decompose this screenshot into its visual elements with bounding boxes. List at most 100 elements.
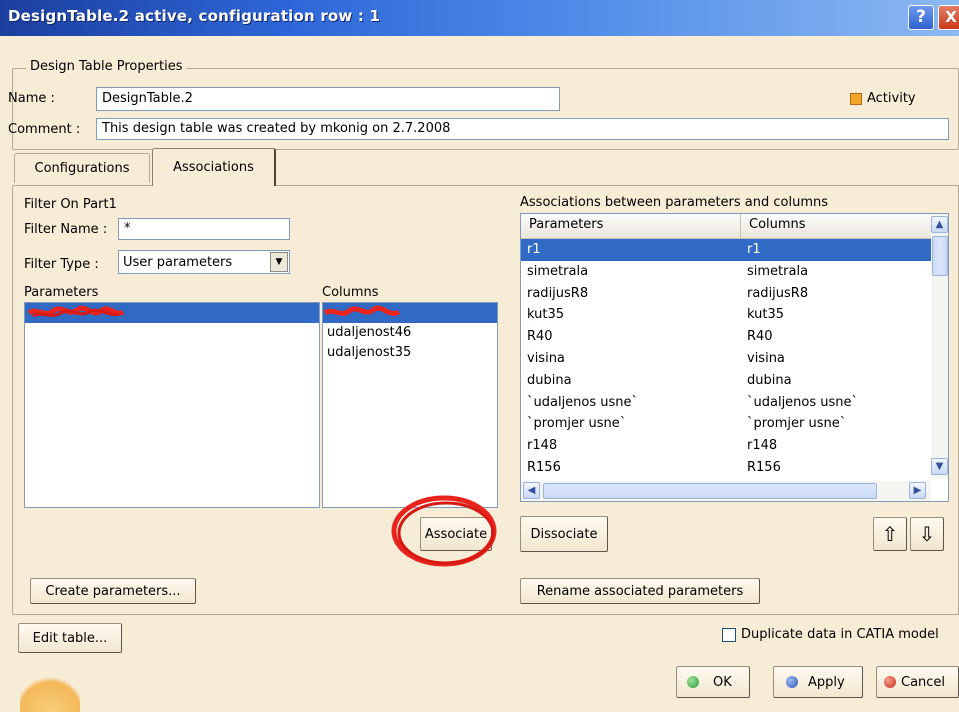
list-item[interactable]: [323, 303, 497, 323]
table-row[interactable]: R156 R156: [521, 457, 931, 479]
redaction-scribble: [27, 305, 125, 318]
parameter-cell: radijusR8: [527, 285, 589, 301]
ok-button[interactable]: OK: [676, 666, 750, 698]
chevron-down-icon[interactable]: ▼: [270, 252, 288, 272]
columns-list[interactable]: udaljenost46 udaljenost35: [322, 302, 498, 508]
parameter-cell: visina: [527, 350, 565, 366]
dissociate-label: Dissociate: [530, 526, 598, 542]
column-cell: `promjer usne`: [747, 416, 847, 432]
parameter-cell: `udaljenos usne`: [527, 394, 639, 410]
edit-table-label: Edit table...: [32, 630, 108, 646]
scroll-down-icon[interactable]: ▼: [931, 458, 948, 475]
scroll-left-icon[interactable]: ◀: [523, 482, 540, 499]
parameter-cell: `promjer usne`: [527, 416, 627, 432]
cancel-icon: [884, 676, 896, 688]
table-row[interactable]: visina visina: [521, 348, 931, 370]
table-row[interactable]: simetrala simetrala: [521, 261, 931, 283]
cancel-label: Cancel: [901, 674, 946, 690]
columns-column-header[interactable]: Columns: [741, 214, 931, 238]
scroll-thumb[interactable]: [543, 483, 877, 499]
scroll-up-icon[interactable]: ▲: [931, 216, 948, 233]
annotation-circle: [391, 495, 497, 567]
close-button[interactable]: X: [938, 5, 959, 30]
move-up-button[interactable]: ⇧: [873, 517, 907, 551]
activity-checkbox[interactable]: Activity: [850, 91, 916, 106]
column-cell: simetrala: [747, 263, 809, 279]
name-field[interactable]: DesignTable.2: [96, 87, 560, 111]
help-button[interactable]: ?: [908, 5, 934, 30]
dissociate-button[interactable]: Dissociate: [520, 516, 608, 552]
associations-table[interactable]: Parameters Columns r1 r1 simetrala simetral…: [520, 213, 949, 502]
table-row[interactable]: r1 r1: [521, 239, 931, 261]
filter-title: Filter On Part1: [24, 197, 117, 212]
parameter-cell: kut35: [527, 307, 565, 323]
list-item[interactable]: udaljenost46: [323, 323, 497, 343]
table-row[interactable]: dubina dubina: [521, 370, 931, 392]
comment-field[interactable]: This design table was created by mkonig …: [96, 118, 949, 140]
column-cell: kut35: [747, 307, 785, 323]
move-down-button[interactable]: ⇩: [910, 517, 944, 551]
name-label: Name :: [8, 91, 55, 106]
apply-label: Apply: [808, 674, 845, 690]
arrow-up-icon: ⇧: [881, 522, 899, 546]
table-row[interactable]: `udaljenos usne` `udaljenos usne`: [521, 392, 931, 414]
associations-title: Associations between parameters and colu…: [520, 195, 829, 210]
column-cell: radijusR8: [747, 285, 809, 301]
filter-name-input[interactable]: *: [118, 218, 290, 240]
filter-name-label: Filter Name :: [24, 222, 108, 237]
column-cell: visina: [747, 350, 785, 366]
parameter-cell: simetrala: [527, 263, 589, 279]
checkbox-icon[interactable]: [722, 627, 736, 642]
properties-group-label: Design Table Properties: [26, 59, 187, 74]
parameter-cell: R40: [527, 329, 553, 345]
parameter-cell: R156: [527, 459, 561, 475]
vertical-scrollbar[interactable]: ▲ ▼: [931, 214, 948, 479]
columns-header: Columns: [322, 285, 379, 300]
filter-type-select[interactable]: User parameters ▼: [118, 250, 290, 274]
duplicate-data-checkbox[interactable]: Duplicate data in CATIA model: [722, 627, 939, 642]
window-title: DesignTable.2 active, configuration row …: [8, 7, 381, 25]
duplicate-data-label: Duplicate data in CATIA model: [741, 627, 939, 642]
tab-configurations[interactable]: Configurations: [14, 153, 150, 183]
ok-icon: [687, 676, 699, 688]
columns-list-items: udaljenost46 udaljenost35: [323, 323, 497, 363]
arrow-down-icon: ⇩: [918, 522, 936, 546]
tab-configurations-label: Configurations: [34, 161, 130, 176]
ok-label: OK: [713, 674, 732, 690]
table-header: Parameters Columns: [521, 214, 948, 239]
create-parameters-button[interactable]: Create parameters...: [30, 578, 196, 604]
column-cell: dubina: [747, 372, 792, 388]
parameters-list[interactable]: [24, 302, 320, 508]
scroll-thumb[interactable]: [932, 236, 948, 276]
table-row[interactable]: radijusR8 radijusR8: [521, 283, 931, 305]
table-row[interactable]: kut35 kut35: [521, 304, 931, 326]
title-bar[interactable]: DesignTable.2 active, configuration row …: [0, 0, 959, 36]
scroll-right-icon[interactable]: ▶: [909, 482, 926, 499]
activity-checkbox-icon: [850, 92, 862, 105]
table-row[interactable]: `promjer usne` `promjer usne`: [521, 413, 931, 435]
apply-button[interactable]: Apply: [773, 666, 863, 698]
tab-associations-label: Associations: [173, 160, 254, 175]
horizontal-scrollbar[interactable]: ◀ ▶: [521, 481, 931, 501]
rename-associated-button[interactable]: Rename associated parameters: [520, 578, 760, 604]
parameter-cell: dubina: [527, 372, 572, 388]
apply-icon: [786, 676, 798, 688]
decorative-shape: [20, 672, 80, 712]
edit-table-button[interactable]: Edit table...: [18, 623, 122, 653]
column-cell: `udaljenos usne`: [747, 394, 859, 410]
table-row[interactable]: R40 R40: [521, 326, 931, 348]
parameter-cell: r148: [527, 438, 558, 454]
table-row[interactable]: r148 r148: [521, 435, 931, 457]
table-body: r1 r1 simetrala simetrala radijusR8 radijusR8…: [521, 239, 948, 479]
redaction-scribble: [323, 305, 401, 316]
list-item[interactable]: udaljenost35: [323, 343, 497, 363]
list-item[interactable]: [25, 303, 319, 323]
parameters-column-header[interactable]: Parameters: [521, 214, 741, 238]
column-cell: r1: [747, 242, 761, 257]
comment-label: Comment :: [8, 122, 81, 137]
tab-associations[interactable]: Associations: [152, 148, 276, 186]
column-cell: R156: [747, 459, 781, 475]
parameter-cell: r1: [527, 242, 541, 257]
cancel-button[interactable]: Cancel: [876, 666, 959, 698]
column-cell: r148: [747, 438, 778, 454]
